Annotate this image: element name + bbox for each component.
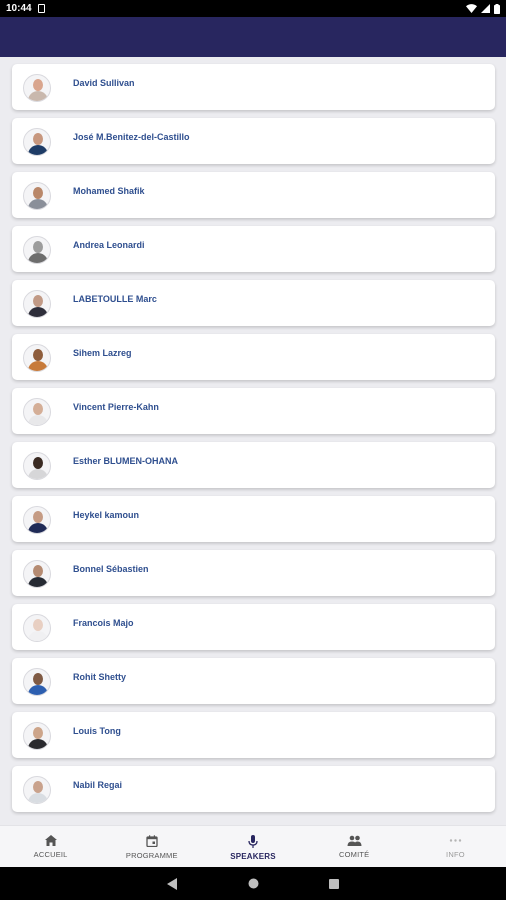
speaker-name: Rohit Shetty <box>73 672 126 682</box>
signal-icon <box>481 4 490 13</box>
speaker-card[interactable]: Nabil Regai <box>12 766 495 812</box>
speaker-card[interactable]: Esther BLUMEN-OHANA <box>12 442 495 488</box>
speaker-card[interactable]: Mohamed Shafik <box>12 172 495 218</box>
sim-card-icon <box>37 4 45 13</box>
nav-comite[interactable]: COMITÉ <box>304 826 405 867</box>
back-icon[interactable] <box>167 877 178 890</box>
speaker-card[interactable]: LABETOULLE Marc <box>12 280 495 326</box>
speaker-avatar <box>23 560 51 588</box>
status-time: 10:44 <box>6 3 32 14</box>
speaker-name: Heykel kamoun <box>73 510 140 520</box>
speaker-avatar <box>23 614 51 642</box>
speaker-name: Vincent Pierre-Kahn <box>73 402 159 412</box>
speaker-name: Sihem Lazreg <box>73 348 132 358</box>
speaker-avatar <box>23 236 51 264</box>
nav-info-label: INFO <box>446 850 465 859</box>
speaker-card[interactable]: Sihem Lazreg <box>12 334 495 380</box>
calendar-icon <box>146 835 158 847</box>
speaker-name: Mohamed Shafik <box>73 186 145 196</box>
speaker-card[interactable]: Bonnel Sébastien <box>12 550 495 596</box>
speaker-name: José M.Benitez-del-Castillo <box>73 132 190 142</box>
speaker-name: LABETOULLE Marc <box>73 294 157 304</box>
speaker-card[interactable]: Heykel kamoun <box>12 496 495 542</box>
speaker-name: Francois Majo <box>73 618 134 628</box>
speaker-avatar <box>23 452 51 480</box>
speaker-avatar <box>23 722 51 750</box>
speaker-name: Esther BLUMEN-OHANA <box>73 456 179 466</box>
nav-accueil[interactable]: ACCUEIL <box>0 826 101 867</box>
speaker-avatar <box>23 344 51 372</box>
speaker-avatar <box>23 290 51 318</box>
speaker-avatar <box>23 182 51 210</box>
home-button-icon[interactable] <box>248 878 259 889</box>
speaker-card[interactable]: Vincent Pierre-Kahn <box>12 388 495 434</box>
nav-comite-label: COMITÉ <box>339 850 370 859</box>
speaker-list[interactable]: David Sullivan José M.Benitez-del-Castill… <box>0 57 506 825</box>
recents-icon[interactable] <box>329 878 339 889</box>
status-indicators <box>466 3 500 14</box>
nav-speakers[interactable]: SPEAKERS <box>202 826 303 867</box>
speaker-name: Bonnel Sébastien <box>73 564 149 574</box>
speaker-card[interactable]: Rohit Shetty <box>12 658 495 704</box>
speaker-name: Louis Tong <box>73 726 121 736</box>
speaker-avatar <box>23 398 51 426</box>
home-icon <box>44 835 57 846</box>
speaker-card[interactable]: Francois Majo <box>12 604 495 650</box>
speaker-card[interactable]: Andrea Leonardi <box>12 226 495 272</box>
speaker-avatar <box>23 128 51 156</box>
speaker-avatar <box>23 74 51 102</box>
nav-programme[interactable]: PROGRAMME <box>101 826 202 867</box>
nav-info[interactable]: INFO <box>405 826 506 867</box>
battery-icon <box>494 3 500 14</box>
nav-accueil-label: ACCUEIL <box>33 850 68 859</box>
nav-programme-label: PROGRAMME <box>125 851 178 860</box>
speaker-card[interactable]: David Sullivan <box>12 64 495 110</box>
speaker-name: Andrea Leonardi <box>73 240 145 250</box>
speaker-card[interactable]: José M.Benitez-del-Castillo <box>12 118 495 164</box>
speaker-name: David Sullivan <box>73 78 135 88</box>
microphone-icon <box>248 835 258 848</box>
system-navigation-bar <box>0 867 506 900</box>
people-icon <box>347 835 362 846</box>
status-bar: 10:44 <box>0 0 506 17</box>
speaker-name: Nabil Regai <box>73 780 123 790</box>
wifi-icon <box>466 4 477 13</box>
speaker-avatar <box>23 668 51 696</box>
speaker-avatar <box>23 506 51 534</box>
speaker-card[interactable]: Louis Tong <box>12 712 495 758</box>
speaker-avatar <box>23 776 51 804</box>
app-bar <box>0 17 506 57</box>
bottom-navigation: ACCUEIL PROGRAMME SPEAKERS COMITÉ INFO <box>0 825 506 867</box>
more-icon <box>449 839 462 842</box>
nav-speakers-label: SPEAKERS <box>230 852 276 861</box>
